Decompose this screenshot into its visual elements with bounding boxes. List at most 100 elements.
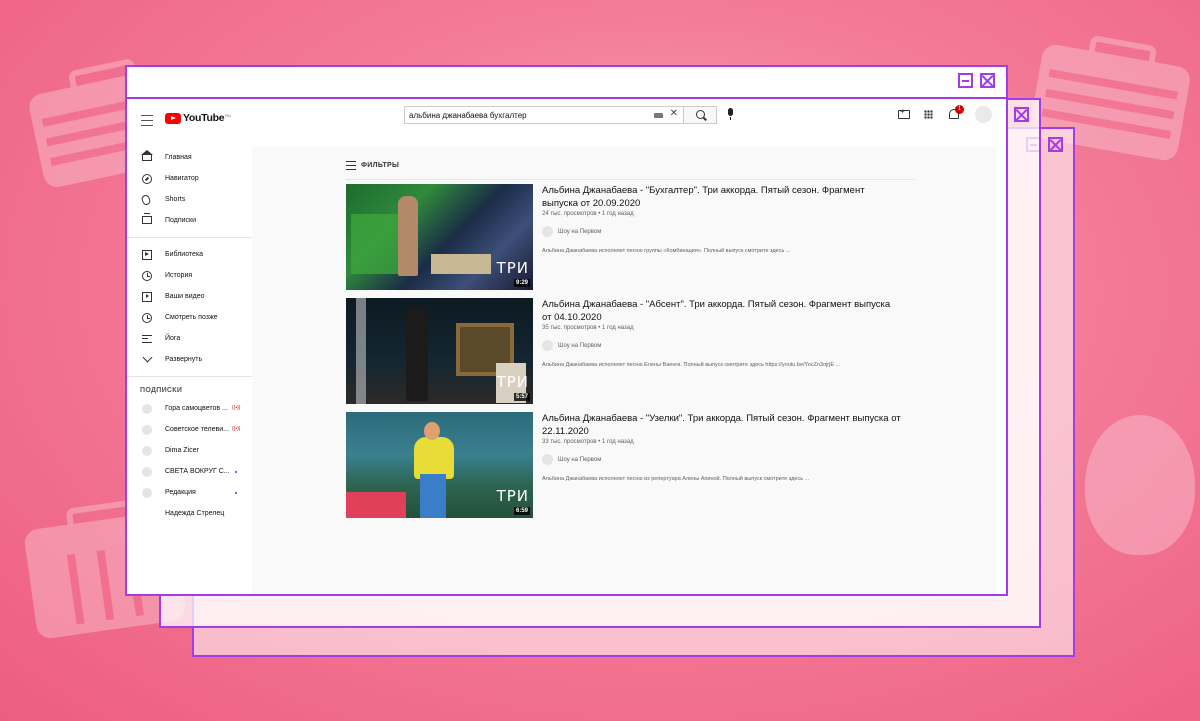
- sidebar-item-expand[interactable]: Развернуть: [127, 349, 252, 370]
- history-icon: [142, 270, 152, 281]
- sidebar-item-label: Навигатор: [165, 175, 199, 182]
- video-title[interactable]: Альбина Джанабаева - "Абсент". Три аккор…: [542, 298, 902, 324]
- apps-grid-icon[interactable]: [924, 110, 933, 119]
- sidebar-item-label: Главная: [165, 154, 192, 161]
- sidebar: Главная Навигатор Shorts Подписки Библио…: [127, 147, 252, 594]
- sidebar-item-shorts[interactable]: Shorts: [127, 189, 252, 210]
- minimize-button[interactable]: [958, 73, 973, 88]
- video-result[interactable]: ТРИ 9:29 Альбина Джанабаева - "Бухгалтер…: [346, 184, 906, 290]
- playlist-icon: [142, 335, 152, 343]
- sidebar-item-label: Смотреть позже: [165, 314, 218, 321]
- flame-decoration: [1085, 415, 1195, 555]
- search-query: альбина джанабаева бухгалтер: [409, 111, 527, 120]
- subscription-name: Гора самоцветов ...: [165, 405, 228, 412]
- channel-watermark: ТРИ: [496, 487, 529, 505]
- search-button[interactable]: [683, 106, 717, 124]
- subscription-item[interactable]: Редакция: [127, 483, 252, 504]
- search-input[interactable]: альбина джанабаева бухгалтер ✕: [404, 106, 684, 124]
- sidebar-item-label: Йога: [165, 335, 181, 342]
- close-icon: [1048, 137, 1063, 152]
- region-code: RU: [225, 112, 232, 118]
- video-description: Альбина Джанабаева исполняет песню Елены…: [542, 362, 841, 368]
- watch-later-icon: [142, 312, 152, 323]
- search-icon: [696, 110, 705, 119]
- keyboard-icon[interactable]: [654, 113, 663, 118]
- video-duration: 6:59: [513, 507, 530, 515]
- channel-name[interactable]: Шоу на Первом: [558, 343, 601, 349]
- subscriptions-heading: ПОДПИСКИ: [140, 387, 183, 394]
- sidebar-item-library[interactable]: Библиотека: [127, 244, 252, 265]
- divider: [127, 237, 252, 238]
- channel-avatar[interactable]: [542, 340, 553, 351]
- channel-avatar: [142, 425, 152, 435]
- shorts-icon: [140, 193, 152, 206]
- video-thumbnail[interactable]: ТРИ 6:59: [346, 412, 533, 518]
- library-icon: [142, 249, 152, 260]
- filters-bar[interactable]: ФИЛЬТРЫ: [346, 161, 915, 180]
- microphone-icon[interactable]: [728, 108, 733, 120]
- close-icon: [1014, 107, 1029, 122]
- video-description: Альбина Джанабаева исполняет песню из ре…: [542, 476, 810, 482]
- menu-icon[interactable]: [141, 115, 153, 126]
- sidebar-item-label: Развернуть: [165, 356, 203, 363]
- channel-watermark: ТРИ: [496, 373, 529, 391]
- video-description: Альбина Джанабаева исполняет песню групп…: [542, 248, 791, 254]
- subscription-item[interactable]: Dima Zicer: [127, 441, 252, 462]
- channel-name[interactable]: Шоу на Первом: [558, 229, 601, 235]
- youtube-logo[interactable]: YouTube RU: [165, 112, 231, 124]
- live-icon: ((•)): [232, 426, 241, 432]
- subscription-item[interactable]: Гора самоцветов ... ((•)): [127, 399, 252, 420]
- masthead: YouTube RU альбина джанабаева бухгалтер …: [127, 99, 1006, 147]
- subscription-item[interactable]: Советское телеви... ((•)): [127, 420, 252, 441]
- browser-window: YouTube RU альбина джанабаева бухгалтер …: [125, 65, 1008, 596]
- video-thumbnail[interactable]: ТРИ 5:57: [346, 298, 533, 404]
- subscription-name: Редакция: [165, 489, 196, 496]
- clear-search-icon[interactable]: ✕: [670, 108, 678, 119]
- video-duration: 5:57: [513, 393, 530, 401]
- sidebar-item-label: История: [165, 272, 193, 279]
- close-button[interactable]: [980, 73, 995, 88]
- chevron-down-icon: [142, 352, 153, 363]
- subscription-item[interactable]: СВЕТА ВОКРУГ С...: [127, 462, 252, 483]
- video-title[interactable]: Альбина Джанабаева - "Бухгалтер". Три ак…: [542, 184, 902, 210]
- video-title[interactable]: Альбина Джанабаева - "Узелки". Три аккор…: [542, 412, 902, 438]
- video-meta: 24 тыс. просмотров • 1 год назад: [542, 211, 634, 217]
- subscription-name: Надежда Стрелец: [165, 510, 225, 517]
- subscription-name: Советское телеви...: [165, 426, 229, 433]
- subscription-name: СВЕТА ВОКРУГ С...: [165, 468, 230, 475]
- subscription-name: Dima Zicer: [165, 447, 199, 454]
- video-meta: 35 тыс. просмотров • 1 год назад: [542, 325, 634, 331]
- sidebar-item-watch-later[interactable]: Смотреть позже: [127, 307, 252, 328]
- sidebar-item-explore[interactable]: Навигатор: [127, 168, 252, 189]
- sidebar-item-label: Подписки: [165, 217, 197, 224]
- channel-name[interactable]: Шоу на Первом: [558, 457, 601, 463]
- subscriptions-icon: [142, 213, 152, 224]
- sidebar-item-subscriptions[interactable]: Подписки: [127, 210, 252, 231]
- account-avatar[interactable]: [975, 106, 992, 123]
- filters-label: ФИЛЬТРЫ: [361, 162, 400, 169]
- window-titlebar: [127, 67, 1006, 99]
- youtube-page: YouTube RU альбина джанабаева бухгалтер …: [127, 99, 1006, 594]
- channel-avatar: [142, 467, 152, 477]
- new-content-dot-icon: [235, 471, 237, 473]
- video-result[interactable]: ТРИ 6:59 Альбина Джанабаева - "Узелки". …: [346, 412, 906, 518]
- channel-avatar[interactable]: [542, 454, 553, 465]
- sidebar-item-label: Shorts: [165, 196, 186, 203]
- search-results: ФИЛЬТРЫ ТРИ 9:29 Альбина Джанабаева - "Б…: [252, 147, 996, 594]
- filters-icon: [346, 161, 356, 170]
- video-duration: 9:29: [513, 279, 530, 287]
- new-content-dot-icon: [235, 492, 237, 494]
- video-result[interactable]: ТРИ 5:57 Альбина Джанабаева - "Абсент". …: [346, 298, 906, 404]
- subscription-item[interactable]: Надежда Стрелец: [127, 504, 252, 525]
- divider: [127, 376, 252, 377]
- sidebar-item-playlist[interactable]: Йога: [127, 328, 252, 349]
- sidebar-item-home[interactable]: Главная: [127, 147, 252, 168]
- sidebar-item-history[interactable]: История: [127, 265, 252, 286]
- sidebar-item-your-videos[interactable]: Ваши видео: [127, 286, 252, 307]
- channel-avatar[interactable]: [542, 226, 553, 237]
- youtube-play-icon: [165, 112, 181, 124]
- sidebar-item-label: Библиотека: [165, 251, 204, 258]
- create-video-icon[interactable]: [898, 107, 910, 119]
- video-thumbnail[interactable]: ТРИ 9:29: [346, 184, 533, 290]
- home-icon: [141, 150, 153, 161]
